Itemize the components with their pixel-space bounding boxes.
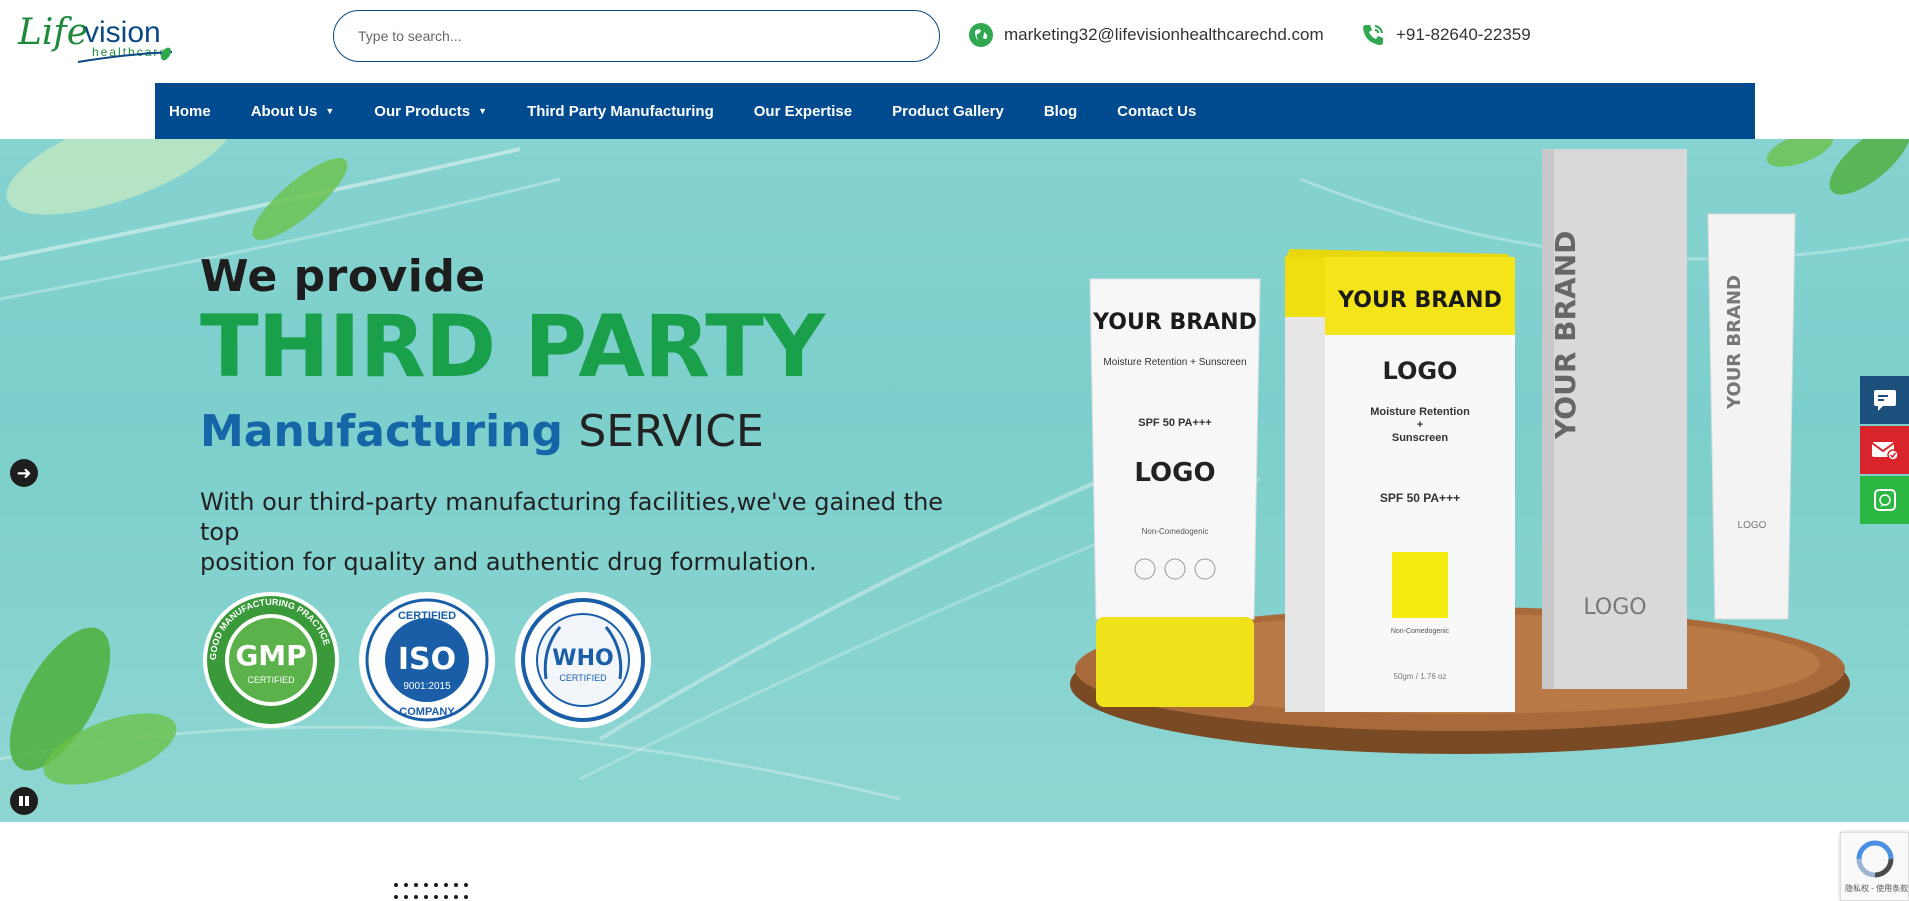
tall-logo-text: LOGO (1583, 595, 1646, 620)
slim-brand-text: YOUR BRAND (1724, 275, 1745, 410)
nav-item-our-expertise[interactable]: Our Expertise (754, 103, 852, 120)
floating-email-button[interactable] (1860, 426, 1909, 474)
product-mockups: YOUR BRAND Moisture Retention + Sunscree… (1070, 149, 1850, 754)
nav-item-third-party-manufacturing[interactable]: Third Party Manufacturing (527, 103, 714, 120)
phone-icon (1360, 22, 1386, 48)
globe-icon (968, 22, 994, 48)
email-icon (1870, 442, 1899, 461)
site-logo[interactable]: Life vision healthcare (16, 4, 176, 68)
nav-label: Home (169, 102, 211, 120)
hero-slider: We provide THIRD PARTY Manufacturing SER… (0, 139, 1909, 822)
product-tall-box: YOUR BRAND LOGO (1542, 149, 1687, 689)
hero-desc-line: With our third-party manufacturing facil… (200, 488, 944, 546)
recaptcha-badge[interactable]: 隐私权 - 使用条款 (1840, 832, 1909, 901)
caret-down-icon: ▼ (478, 106, 488, 116)
certification-badges: GOOD MANUFACTURING PRACTICE GMP CERTIFIE… (200, 589, 654, 731)
hero-service: SERVICE (578, 406, 764, 457)
box-desc-text: Moisture Retention (1370, 406, 1470, 418)
iso-top-text: CERTIFIED (398, 610, 456, 622)
nav-item-blog[interactable]: Blog (1044, 103, 1077, 120)
chat-icon (1873, 390, 1896, 411)
hero-text: We provide THIRD PARTY Manufacturing SER… (200, 251, 980, 577)
svg-text:Life: Life (17, 12, 88, 53)
box-logo-text: LOGO (1383, 357, 1458, 385)
who-badge: WHO CERTIFIED (515, 592, 651, 728)
iso-badge: CERTIFIED ISO 9001:2015 COMPANY (359, 592, 495, 728)
iso-text: ISO (398, 642, 456, 677)
hero-manufacturing: Manufacturing (200, 406, 563, 457)
product-slim-tube: YOUR BRAND LOGO (1707, 213, 1796, 620)
box-spf-text: SPF 50 PA+++ (1380, 491, 1460, 505)
product-box: YOUR BRAND LOGO Moisture Retention + Sun… (1285, 249, 1515, 712)
box-foot-text: Non-Comedogenic (1391, 628, 1450, 635)
floating-whatsapp-button[interactable] (1860, 476, 1909, 524)
pause-icon (19, 796, 29, 806)
phone-contact[interactable]: +91-82640-22359 (1360, 22, 1531, 48)
iso-bottom-text: COMPANY (399, 706, 455, 718)
nav-item-product-gallery[interactable]: Product Gallery (892, 103, 1004, 120)
main-nav: Home About Us ▼ Our Products ▼ Third Party… (155, 83, 1755, 139)
hero-line-1: We provide (200, 251, 486, 302)
search-input[interactable] (333, 10, 940, 62)
nav-label: Third Party Manufacturing (527, 102, 714, 120)
who-text: WHO (552, 646, 613, 671)
hero-line-3: Manufacturing SERVICE (200, 406, 980, 457)
nav-label: About Us (250, 102, 318, 120)
slim-logo-text: LOGO (1738, 520, 1767, 531)
arrow-left-icon: ➜ (16, 462, 32, 483)
site-header: Life vision healthcare marketing32@lifev… (0, 0, 1909, 83)
nav-label: Contact Us (1117, 102, 1197, 120)
hero-desc-line: position for quality and authentic drug … (200, 548, 817, 576)
phone-text[interactable]: +91-82640-22359 (1396, 25, 1531, 45)
box-size-text: 50gm / 1.76 oz (1394, 672, 1447, 681)
hero-description: With our third-party manufacturing facil… (200, 487, 980, 577)
slider-pause-button[interactable] (10, 787, 38, 815)
email-contact[interactable]: marketing32@lifevisionhealthcarechd.com (968, 22, 1324, 48)
box-brand-text: YOUR BRAND (1337, 288, 1502, 313)
product-tube: YOUR BRAND Moisture Retention + Sunscree… (1089, 278, 1261, 707)
nav-label: Our Expertise (753, 102, 853, 120)
tube-foot-text: Non-Comedogenic (1142, 527, 1209, 536)
box-desc-text: Sunscreen (1392, 432, 1449, 444)
tube-spf-text: SPF 50 PA+++ (1138, 417, 1211, 429)
tube-desc-text: Moisture Retention + Sunscreen (1103, 357, 1246, 368)
decorative-dots (394, 883, 474, 899)
nav-label: Our Products (374, 102, 471, 120)
nav-item-home[interactable]: Home (169, 103, 211, 120)
nav-item-contact-us[interactable]: Contact Us (1117, 103, 1196, 120)
nav-label: Blog (1043, 102, 1078, 120)
iso-number-text: 9001:2015 (403, 681, 451, 692)
recaptcha-text[interactable]: 隐私权 - 使用条款 (1845, 883, 1908, 894)
box-desc-text: + (1417, 419, 1423, 431)
tall-brand-text: YOUR BRAND (1549, 231, 1582, 440)
gmp-badge: GOOD MANUFACTURING PRACTICE GMP CERTIFIE… (203, 592, 339, 728)
whatsapp-icon (1873, 489, 1896, 511)
floating-chat-button[interactable] (1860, 376, 1909, 424)
slider-prev-button[interactable]: ➜ (10, 459, 38, 487)
hero-headline: THIRD PARTY (200, 297, 825, 397)
tube-brand-text: YOUR BRAND (1092, 310, 1257, 335)
recaptcha-icon (1856, 840, 1894, 878)
who-sub-text: CERTIFIED (559, 673, 607, 683)
nav-item-about-us[interactable]: About Us ▼ (251, 103, 335, 120)
gmp-text: GMP (235, 639, 306, 672)
tube-logo-text: LOGO (1134, 458, 1215, 488)
gmp-sub-text: CERTIFIED (247, 675, 295, 685)
nav-label: Product Gallery (892, 102, 1004, 120)
nav-item-our-products[interactable]: Our Products ▼ (374, 103, 487, 120)
email-text[interactable]: marketing32@lifevisionhealthcarechd.com (1004, 25, 1324, 45)
caret-down-icon: ▼ (325, 106, 335, 116)
